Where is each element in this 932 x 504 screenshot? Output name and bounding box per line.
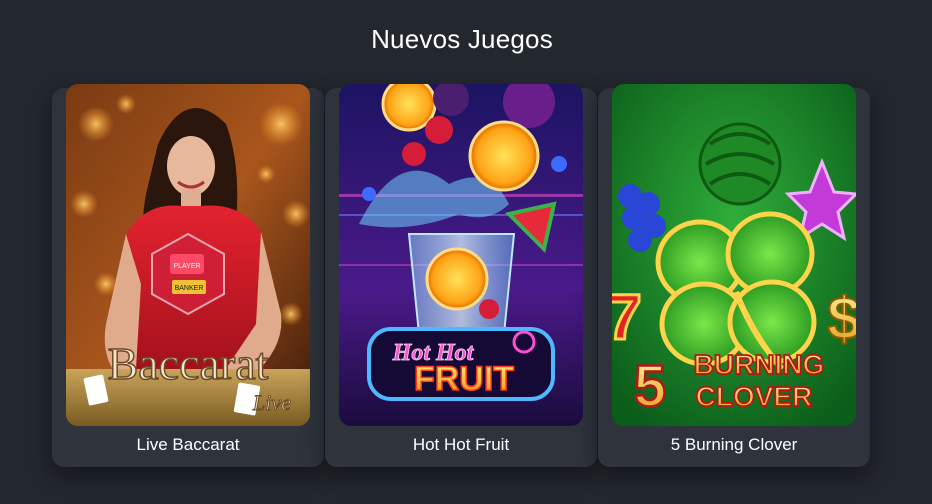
game-card-5-burning-clover[interactable]: 7 $ 5 BURNING CLOVER 5 Burning Clover: [598, 84, 870, 467]
baccarat-artwork: PLAYER BANKER Baccarat Live: [66, 84, 310, 426]
game-card-label[interactable]: 5 Burning Clover: [598, 434, 870, 456]
banker-art-label: BANKER: [175, 285, 204, 292]
burning-clover-artwork: 7 $ 5 BURNING CLOVER: [612, 84, 856, 426]
five-art-number: 5: [634, 354, 666, 419]
live-art-subtitle: Live: [252, 390, 291, 415]
section-title: Nuevos Juegos: [371, 24, 553, 54]
new-games-section: Nuevos Juegos PLAYER BANKER Baccarat Liv…: [0, 0, 932, 504]
game-thumbnail[interactable]: 7 $ 5 BURNING CLOVER: [612, 84, 856, 426]
hot-hot-fruit-artwork: Hot Hot FRUIT: [339, 84, 583, 426]
game-card-hot-hot-fruit[interactable]: Hot Hot FRUIT Hot Hot Fruit: [325, 84, 597, 467]
svg-text:$: $: [827, 285, 856, 352]
game-card-live-baccarat[interactable]: PLAYER BANKER Baccarat Live Live Baccara…: [52, 84, 324, 467]
game-card-label[interactable]: Live Baccarat: [52, 434, 324, 456]
game-thumbnail[interactable]: PLAYER BANKER Baccarat Live: [66, 84, 310, 426]
game-card-label[interactable]: Hot Hot Fruit: [325, 434, 597, 456]
burning-art-title: BURNING: [694, 349, 825, 380]
fruit-art-title: FRUIT: [414, 360, 514, 398]
player-art-label: PLAYER: [173, 263, 200, 270]
baccarat-art-title: Baccarat: [108, 338, 269, 389]
svg-text:7: 7: [612, 281, 642, 353]
game-thumbnail[interactable]: Hot Hot FRUIT: [339, 84, 583, 426]
clover-art-title: CLOVER: [696, 381, 813, 412]
